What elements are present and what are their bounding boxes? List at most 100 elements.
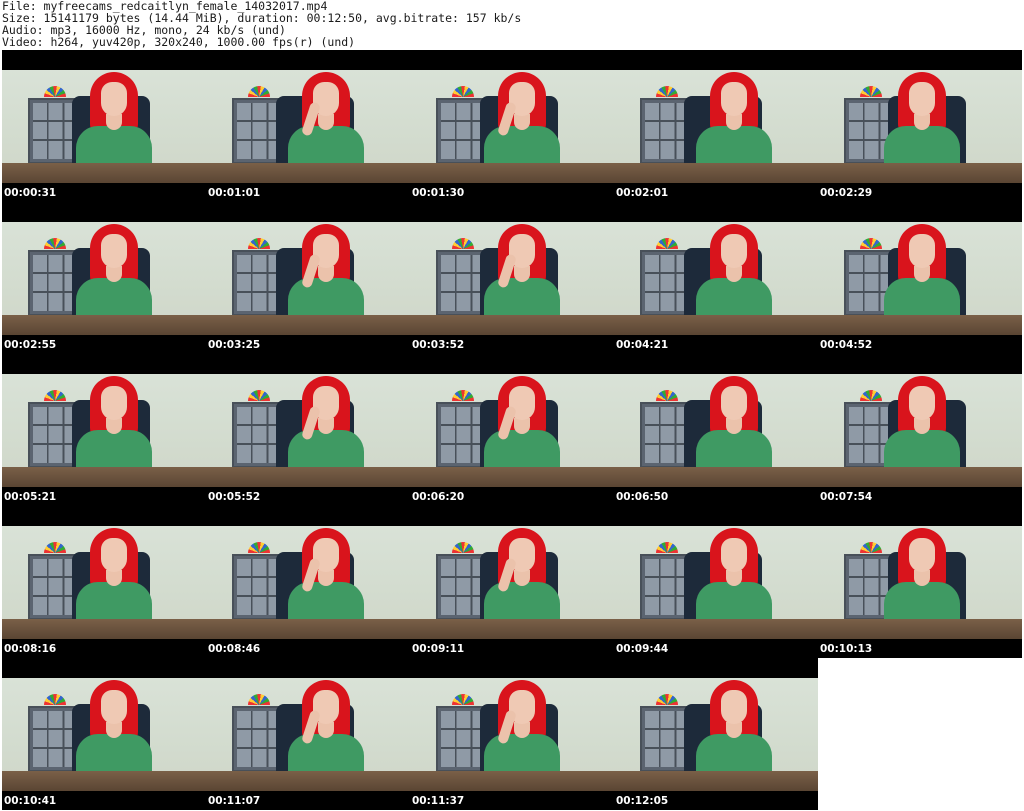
floor-image: [410, 467, 614, 487]
timestamp-label: 00:06:50: [616, 491, 669, 503]
fan-decoration-image: [860, 390, 882, 401]
thumbnail-frame: 00:04:52: [818, 202, 1022, 354]
floor-image: [410, 771, 614, 791]
floor-image: [410, 619, 614, 639]
timestamp-label: 00:02:01: [616, 187, 669, 199]
video-frame-image: [410, 374, 614, 487]
thumbnail-frame: 00:01:01: [206, 50, 410, 202]
video-frame-image: [2, 374, 206, 487]
fan-decoration-image: [656, 694, 678, 705]
video-frame-image: [2, 70, 206, 183]
timestamp-label: 00:08:46: [208, 643, 261, 655]
fan-decoration-image: [452, 86, 474, 97]
video-frame-image: [614, 678, 818, 791]
thumbnail-frame: 00:11:37: [410, 658, 614, 810]
thumbnail-frame: 00:10:41: [2, 658, 206, 810]
fan-decoration-image: [248, 542, 270, 553]
video-frame-image: [818, 222, 1022, 335]
timestamp-label: 00:03:25: [208, 339, 261, 351]
thumbnail-frame: 00:04:21: [614, 202, 818, 354]
floor-image: [2, 467, 206, 487]
video-frame-image: [206, 70, 410, 183]
timestamp-label: 00:01:30: [412, 187, 465, 199]
timestamp-label: 00:12:05: [616, 795, 669, 807]
floor-image: [2, 163, 206, 183]
thumbnail-frame: 00:01:30: [410, 50, 614, 202]
video-frame-image: [818, 70, 1022, 183]
fan-decoration-image: [248, 238, 270, 249]
floor-image: [410, 315, 614, 335]
video-frame-image: [614, 70, 818, 183]
timestamp-label: 00:05:21: [4, 491, 57, 503]
video-frame-image: [614, 222, 818, 335]
thumbnail-frame: 00:09:44: [614, 506, 818, 658]
floor-image: [818, 315, 1022, 335]
thumbnail-frame: 00:00:31: [2, 50, 206, 202]
thumbnail-frame: 00:06:20: [410, 354, 614, 506]
fan-decoration-image: [656, 238, 678, 249]
fan-decoration-image: [44, 390, 66, 401]
thumbnail-frame: 00:08:16: [2, 506, 206, 658]
thumbnail-frame: 00:02:01: [614, 50, 818, 202]
thumbnail-frame: 00:06:50: [614, 354, 818, 506]
floor-image: [206, 619, 410, 639]
floor-image: [206, 163, 410, 183]
fan-decoration-image: [452, 542, 474, 553]
thumbnail-frame: 00:11:07: [206, 658, 410, 810]
floor-image: [206, 467, 410, 487]
fan-decoration-image: [656, 390, 678, 401]
fan-decoration-image: [44, 86, 66, 97]
video-frame-image: [410, 678, 614, 791]
floor-image: [2, 619, 206, 639]
video-frame-image: [2, 526, 206, 639]
timestamp-label: 00:07:54: [820, 491, 873, 503]
timestamp-label: 00:04:52: [820, 339, 873, 351]
file-info-header: File: myfreecams_redcaitlyn_female_14032…: [0, 0, 1024, 50]
fan-decoration-image: [860, 86, 882, 97]
thumbnail-grid: 00:00:31 00:01:01 00:01:30 00:02:01 00:02:29…: [0, 50, 1024, 811]
fan-decoration-image: [860, 542, 882, 553]
fan-decoration-image: [248, 694, 270, 705]
video-frame-image: [206, 526, 410, 639]
floor-image: [206, 315, 410, 335]
fan-decoration-image: [656, 542, 678, 553]
video-frame-image: [206, 374, 410, 487]
thumbnail-frame: 00:08:46: [206, 506, 410, 658]
video-frame-image: [206, 222, 410, 335]
timestamp-label: 00:10:13: [820, 643, 873, 655]
timestamp-label: 00:01:01: [208, 187, 261, 199]
fan-decoration-image: [44, 542, 66, 553]
floor-image: [818, 619, 1022, 639]
video-frame-image: [206, 678, 410, 791]
fan-decoration-image: [452, 390, 474, 401]
thumbnail-frame: 00:02:55: [2, 202, 206, 354]
floor-image: [410, 163, 614, 183]
thumbnail-frame: 00:05:21: [2, 354, 206, 506]
thumbnail-frame: 00:03:25: [206, 202, 410, 354]
floor-image: [614, 467, 818, 487]
timestamp-label: 00:02:55: [4, 339, 57, 351]
timestamp-label: 00:03:52: [412, 339, 465, 351]
video-info-line: Video: h264, yuv420p, 320x240, 1000.00 f…: [2, 35, 356, 49]
floor-image: [818, 163, 1022, 183]
timestamp-label: 00:10:41: [4, 795, 57, 807]
video-frame-image: [818, 526, 1022, 639]
fan-decoration-image: [248, 390, 270, 401]
video-frame-image: [410, 222, 614, 335]
timestamp-label: 00:02:29: [820, 187, 873, 199]
floor-image: [614, 163, 818, 183]
thumbnail-frame: 00:03:52: [410, 202, 614, 354]
thumbnail-frame: 00:09:11: [410, 506, 614, 658]
video-frame-image: [2, 678, 206, 791]
video-frame-image: [2, 222, 206, 335]
timestamp-label: 00:09:44: [616, 643, 669, 655]
floor-image: [614, 771, 818, 791]
timestamp-label: 00:06:20: [412, 491, 465, 503]
timestamp-label: 00:09:11: [412, 643, 465, 655]
thumbnail-frame: 00:10:13: [818, 506, 1022, 658]
floor-image: [206, 771, 410, 791]
thumbnail-frame: 00:07:54: [818, 354, 1022, 506]
fan-decoration-image: [44, 238, 66, 249]
floor-image: [2, 315, 206, 335]
floor-image: [818, 467, 1022, 487]
